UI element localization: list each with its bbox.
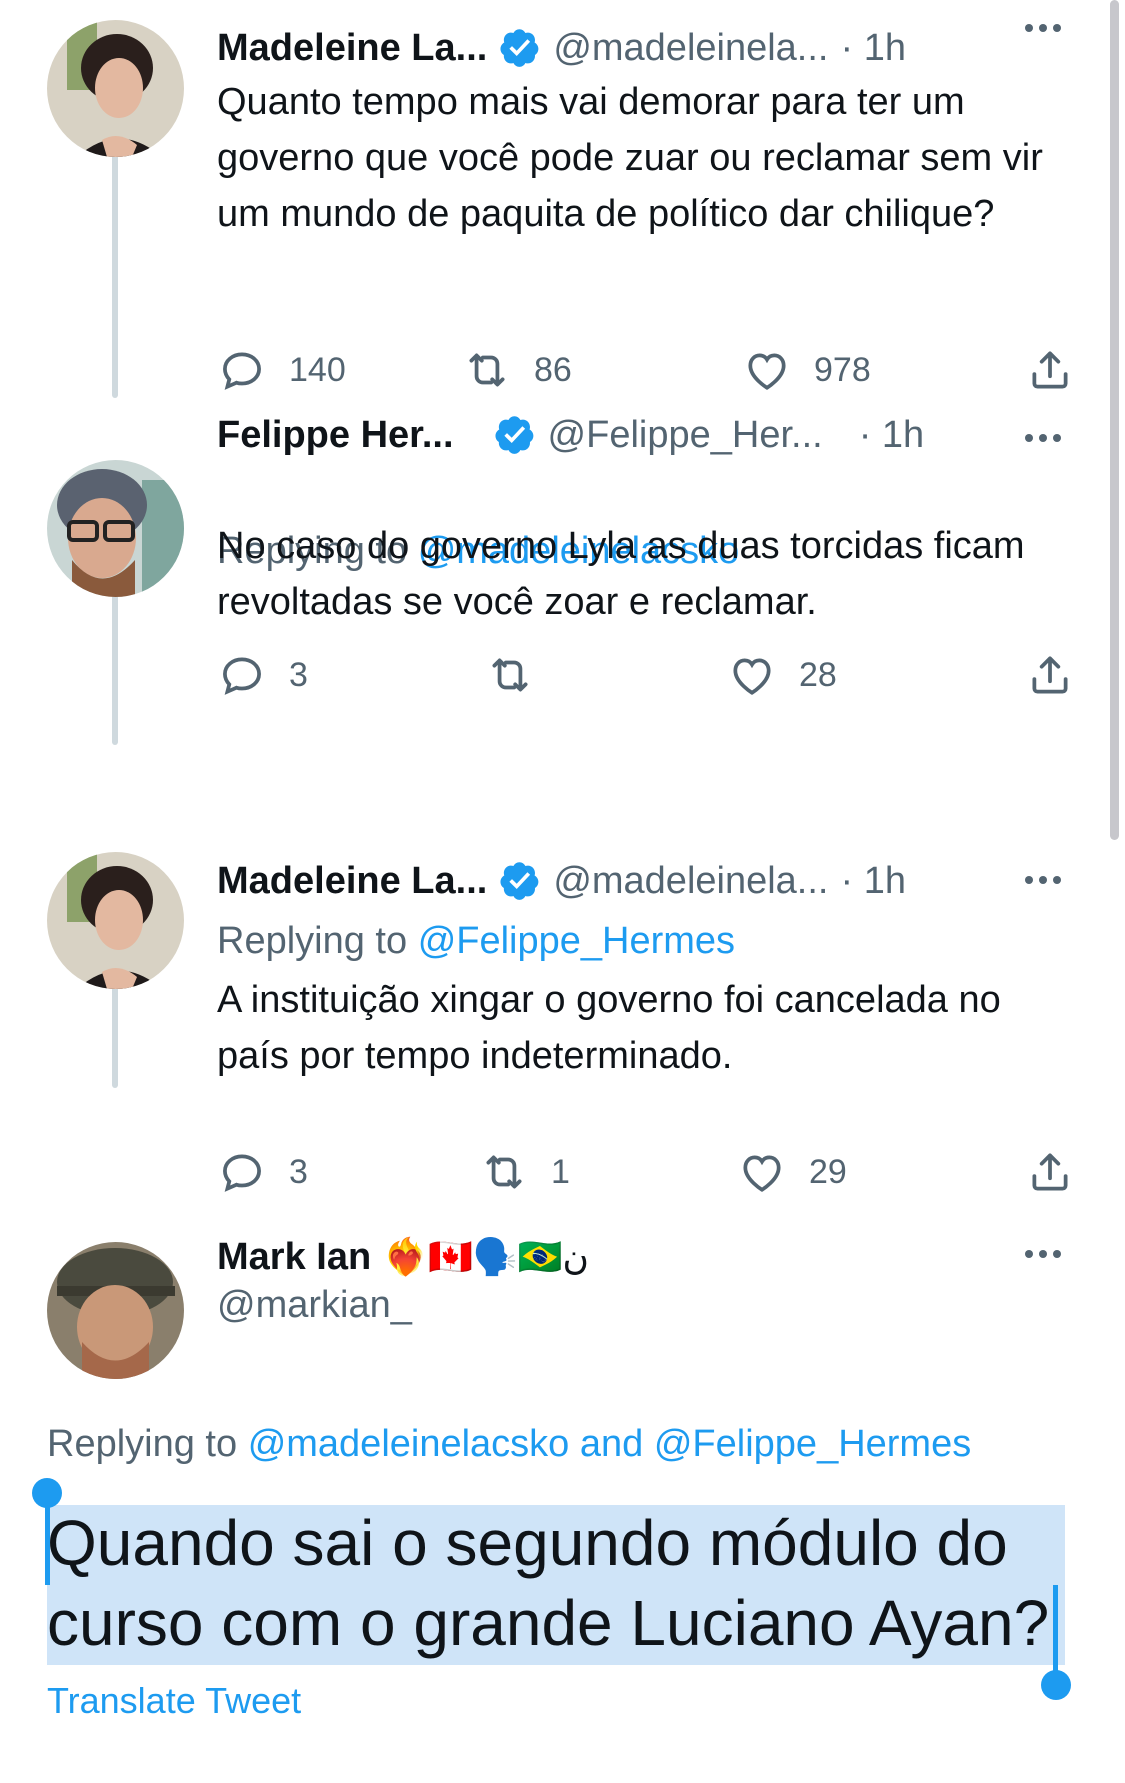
retweet-icon [486, 1155, 522, 1189]
reply-icon [223, 352, 261, 390]
display-name[interactable]: Madeleine La... [217, 27, 487, 70]
handle[interactable]: @madeleinela... [553, 27, 828, 70]
retweet-button[interactable] [485, 650, 557, 700]
translate-tweet-link[interactable]: Translate Tweet [47, 1680, 301, 1722]
share-icon [1032, 1153, 1068, 1191]
reply-icon [223, 1154, 261, 1192]
share-button[interactable] [1025, 1147, 1075, 1197]
tweet[interactable]: Felippe Her... @Felippe_Her... · 1h Repl… [0, 414, 1125, 810]
main-tweet-text: Quando sai o segundo módulo do curso com… [47, 1503, 1067, 1663]
share-icon [1032, 351, 1068, 389]
verified-badge-icon [500, 862, 539, 900]
tweet-text: No caso do governo Lyla as duas torcidas… [217, 525, 1025, 623]
tweet-header: Madeleine La... @madeleinela... · 1h [217, 23, 1065, 73]
retweet-count: 86 [534, 350, 572, 389]
avatar[interactable] [47, 20, 184, 157]
timestamp[interactable]: · 1h [840, 27, 905, 70]
avatar[interactable] [47, 460, 184, 597]
like-button[interactable]: 978 [742, 345, 871, 395]
replying-label: Replying to [47, 1423, 238, 1465]
reply-button[interactable]: 3 [217, 1147, 308, 1197]
display-name[interactable]: Felippe Her... [217, 414, 454, 457]
share-button[interactable] [1025, 345, 1075, 395]
tweet[interactable]: Madeleine La... @madeleinela... · 1h Rep… [0, 810, 1125, 1210]
retweet-icon [469, 353, 505, 387]
like-icon [743, 1155, 781, 1192]
timestamp[interactable]: · 1h [859, 414, 924, 457]
verified-badge-icon [500, 29, 539, 67]
reply-count: 3 [289, 655, 308, 694]
like-button[interactable]: 29 [737, 1147, 847, 1197]
more-icon[interactable] [1021, 8, 1065, 48]
selection-end-handle[interactable] [1041, 1670, 1071, 1700]
tweet-header: Felippe Her... @Felippe_Her... · 1h [217, 410, 1065, 460]
tweet-actions: 3 1 29 [217, 1147, 1075, 1197]
reply-button[interactable]: 140 [217, 345, 346, 395]
more-icon[interactable] [1021, 418, 1065, 458]
reply-icon [223, 657, 261, 695]
display-name[interactable]: Madeleine La... [217, 860, 487, 903]
reply-button[interactable]: 3 [217, 650, 308, 700]
tweet-text-line: curso com o grande Luciano Ayan? [47, 1587, 1050, 1659]
name-emojis: ❤️‍🔥🇨🇦🗣️🇧🇷ن [383, 1236, 589, 1277]
replying-to: Replying to @madeleinelacsko and @Felipp… [47, 1423, 971, 1466]
mention-link[interactable]: @Felippe_Hermes [418, 920, 735, 962]
tweet-header: Mark Ian ❤️‍🔥🇨🇦🗣️🇧🇷ن [217, 1232, 1065, 1282]
tweet-header: Madeleine La... @madeleinela... · 1h [217, 856, 1065, 906]
replying-label: Replying to [217, 920, 408, 962]
avatar[interactable] [47, 1242, 184, 1379]
tweet-text-line: Quando sai o segundo módulo do [47, 1507, 1008, 1579]
display-name[interactable]: Mark Ian [217, 1236, 371, 1279]
tweet-text: A instituição xingar o governo foi cance… [217, 979, 1001, 1077]
retweet-count: 1 [551, 1152, 570, 1191]
handle[interactable]: @madeleinela... [553, 860, 828, 903]
timestamp[interactable]: · 1h [840, 860, 905, 903]
tweet-actions: 3 28 [217, 650, 1075, 700]
like-button[interactable]: 28 [727, 650, 837, 700]
mention-link[interactable]: @Felippe_Hermes [654, 1423, 971, 1465]
verified-badge-icon [495, 416, 533, 454]
like-count: 28 [799, 655, 837, 694]
retweet-button[interactable]: 1 [479, 1147, 570, 1197]
reply-count: 3 [289, 1152, 308, 1191]
retweet-button[interactable]: 86 [462, 345, 572, 395]
mention-link[interactable]: @madeleinelacsko [248, 1423, 570, 1465]
tweet-actions: 140 86 978 [217, 345, 1075, 395]
share-button[interactable] [1025, 650, 1075, 700]
retweet-icon [492, 658, 528, 692]
share-icon [1032, 656, 1068, 694]
avatar[interactable] [47, 852, 184, 989]
like-count: 978 [814, 350, 871, 389]
tweet[interactable]: Madeleine La... @madeleinela... · 1h Qua… [0, 0, 1125, 420]
more-icon[interactable] [1021, 1234, 1065, 1274]
like-icon [748, 353, 786, 390]
tweet-text: Quanto tempo mais vai demorar para ter u… [217, 81, 1043, 235]
like-icon [733, 658, 771, 695]
and-label[interactable]: and [580, 1423, 643, 1465]
like-count: 29 [809, 1152, 847, 1191]
reply-count: 140 [289, 350, 346, 389]
handle[interactable]: @Felippe_Her... [548, 414, 823, 457]
more-icon[interactable] [1021, 860, 1065, 900]
handle[interactable]: @markian_ [217, 1284, 412, 1327]
replying-to: Replying to @Felippe_Hermes [217, 920, 735, 963]
scrollbar[interactable] [1110, 0, 1119, 840]
